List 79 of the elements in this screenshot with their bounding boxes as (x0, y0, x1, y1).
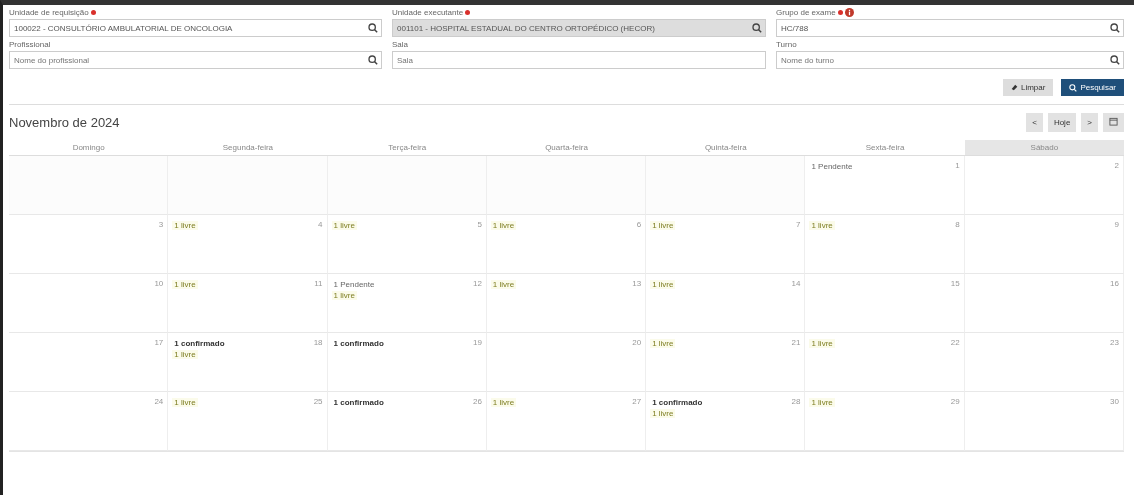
day-number: 24 (154, 397, 164, 406)
event-label[interactable]: 1 livre (809, 221, 835, 230)
day-number: 18 (313, 338, 323, 347)
search-icon[interactable] (368, 23, 378, 33)
event-label[interactable]: 1 livre (490, 398, 517, 407)
search-icon[interactable] (368, 55, 378, 65)
search-icon[interactable] (1110, 23, 1120, 33)
event-label[interactable]: 1 confirmado (172, 339, 227, 348)
day-number: 26 (472, 397, 482, 406)
field-label: Turno (776, 40, 797, 49)
day-number: 16 (1110, 279, 1119, 288)
event-label[interactable]: 1 Pendente (331, 280, 377, 289)
event-label[interactable]: 1 livre (650, 409, 676, 418)
next-button[interactable]: > (1081, 113, 1098, 132)
event-label[interactable]: 1 livre (172, 221, 198, 230)
day-number: 5 (477, 220, 482, 229)
event-label[interactable]: 1 livre (650, 280, 676, 289)
event-label[interactable]: 1 Pendente (809, 162, 855, 171)
search-button[interactable]: Pesquisar (1061, 79, 1124, 96)
previous-button[interactable]: < (1026, 113, 1043, 132)
event-label[interactable]: 1 livre (650, 339, 676, 348)
day-number: 3 (158, 220, 164, 229)
event-label[interactable]: 1 livre (809, 398, 835, 407)
calendar-icon (1109, 117, 1118, 126)
day-number: 6 (636, 220, 642, 229)
search-icon[interactable] (1110, 55, 1120, 65)
event-label[interactable]: 1 livre (172, 350, 198, 359)
event-label[interactable]: 1 livre (650, 221, 676, 230)
day-number: 9 (1114, 220, 1119, 229)
weekday-header: Sábado (964, 140, 1124, 156)
input-field[interactable]: Sala (392, 51, 766, 69)
event-label[interactable]: 1 livre (809, 339, 835, 348)
eraser-icon (1010, 84, 1018, 91)
event-label[interactable]: 1 confirmado (650, 398, 705, 407)
day-number: 27 (632, 397, 642, 406)
day-number: 30 (1110, 397, 1119, 406)
event-label[interactable]: 1 livre (172, 398, 198, 407)
day-number: 10 (154, 279, 164, 288)
clear-button[interactable]: Limpar (1002, 79, 1054, 96)
day-number: 7 (795, 220, 801, 229)
day-number: 23 (1110, 338, 1119, 347)
weekday-header: Sexta-feira (805, 140, 965, 156)
day-number: 4 (318, 220, 323, 229)
search-icon (1069, 83, 1078, 92)
event-label[interactable]: 1 confirmado (331, 398, 386, 407)
day-number: 19 (472, 338, 482, 347)
field-label: Sala (392, 40, 408, 49)
day-number: 11 (314, 279, 323, 288)
input-field[interactable]: 100022 - CONSULTÓRIO AMBULATORIAL DE ONCOLOGIA (9, 19, 382, 37)
input-field[interactable]: Nome do turno (776, 51, 1124, 69)
event-label[interactable]: 1 livre (490, 221, 517, 230)
day-number: 17 (154, 338, 164, 347)
input-field[interactable]: Nome do profissional (9, 51, 382, 69)
day-number: 8 (955, 220, 960, 229)
day-number: 12 (472, 279, 482, 288)
day-number: 2 (1114, 161, 1119, 170)
day-number: 13 (632, 279, 642, 288)
day-number: 1 (955, 161, 960, 170)
day-number: 22 (950, 338, 960, 347)
day-number: 21 (791, 338, 801, 347)
today-button[interactable]: Hoje (1047, 113, 1077, 132)
event-label[interactable]: 1 livre (490, 280, 517, 289)
day-number: 15 (950, 279, 960, 288)
field-label: Grupo de exame (776, 8, 836, 17)
day-number: 25 (313, 397, 323, 406)
event-label[interactable]: 1 livre (331, 291, 357, 300)
field-label: Profissional (9, 40, 51, 49)
day-number: 28 (791, 397, 801, 406)
field-label: Unidade de requisição (9, 8, 89, 17)
field-label: Unidade executante (392, 8, 464, 17)
event-label[interactable]: 1 livre (331, 221, 357, 230)
month-title: Novembro de 2024 (9, 115, 120, 130)
event-label[interactable]: 1 livre (172, 280, 198, 289)
event-label[interactable]: 1 confirmado (331, 339, 386, 348)
input-field[interactable]: HC/788 (776, 19, 1124, 37)
day-number: 14 (791, 279, 801, 288)
day-number: 20 (632, 338, 642, 347)
calendar-button[interactable] (1103, 113, 1124, 132)
day-number: 29 (950, 397, 960, 406)
